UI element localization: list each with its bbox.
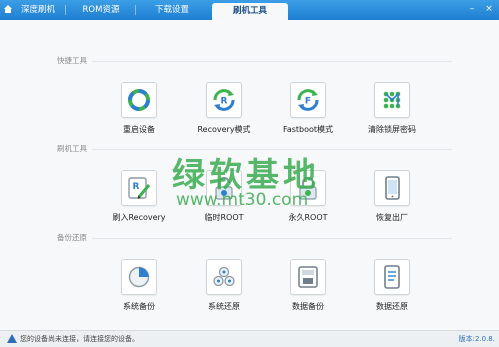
tool-icon-frame: R	[121, 170, 157, 206]
tool-icon-frame	[121, 259, 157, 295]
data-backup-button[interactable]: 数据备份	[273, 259, 343, 329]
factory-reset-icon	[385, 176, 400, 200]
tab-label: 深度刷机	[20, 5, 55, 15]
flash-recovery-icon: R	[128, 177, 151, 199]
tool-icon-frame: R	[206, 82, 242, 118]
section-title-flash-tools: 刷机工具	[57, 144, 87, 153]
close-button[interactable]: ×	[483, 3, 495, 15]
tool-label: 数据备份	[292, 302, 324, 311]
tool-label: 临时ROOT	[204, 213, 244, 222]
tool-label: 永久ROOT	[288, 213, 328, 222]
tab-flash-tools[interactable]: 刷机工具	[212, 3, 288, 20]
tool-icon-frame	[206, 259, 242, 295]
tool-label: 重启设备	[123, 125, 155, 134]
fastboot-mode-button[interactable]: F Fastboot模式	[273, 82, 343, 152]
tool-icon-frame	[374, 170, 410, 206]
svg-text:R: R	[133, 182, 140, 192]
clear-lock-password-icon	[383, 91, 401, 109]
tab-rom-resources[interactable]: ROM资源	[66, 0, 136, 20]
tool-icon-frame	[374, 82, 410, 118]
system-backup-button[interactable]: 系统备份	[104, 259, 174, 329]
restart-icon	[128, 89, 150, 111]
title-bar: 深度刷机 ROM资源 下载设置 刷机工具 – ×	[0, 0, 499, 20]
tool-label: 系统还原	[208, 302, 240, 311]
tab-deep-flash[interactable]: 深度刷机	[0, 0, 66, 20]
factory-reset-button[interactable]: 恢复出厂	[357, 170, 427, 240]
tool-icon-frame	[121, 82, 157, 118]
flash-recovery-button[interactable]: R 刷入Recovery	[104, 170, 174, 240]
watermark-text: 绿软基地	[172, 155, 320, 194]
svg-text:R: R	[221, 97, 228, 107]
tab-label: 下载设置	[154, 5, 189, 15]
tool-label: 恢复出厂	[376, 213, 408, 222]
section-divider	[92, 238, 452, 239]
connection-status-text: 您的设备尚未连接，请连接您的设备。	[20, 335, 139, 343]
tool-label: 刷入Recovery	[112, 213, 166, 222]
tool-label: Fastboot模式	[282, 125, 334, 134]
tool-label: Recovery模式	[197, 125, 251, 134]
clear-lock-password-button[interactable]: 清除锁屏密码	[357, 82, 427, 152]
tool-icon-frame	[374, 259, 410, 295]
tab-label: 刷机工具	[232, 6, 267, 16]
tool-label: 清除锁屏密码	[368, 125, 416, 134]
status-bar: 您的设备尚未连接，请连接您的设备。 版本:2.0.8.	[0, 330, 499, 347]
tab-label: ROM资源	[82, 5, 120, 15]
tool-label: 数据还原	[376, 302, 408, 311]
data-restore-icon	[384, 265, 400, 289]
tool-icon-frame	[290, 259, 326, 295]
recovery-mode-icon: R	[213, 89, 235, 111]
system-restore-icon	[213, 266, 235, 287]
restart-device-button[interactable]: 重启设备	[104, 82, 174, 152]
version-text: 版本:2.0.8.	[458, 335, 495, 343]
tool-icon-frame: F	[290, 82, 326, 118]
section-title-backup-restore: 备份还原	[57, 233, 87, 242]
warning-icon	[7, 334, 17, 343]
minimize-button[interactable]: –	[466, 3, 478, 15]
section-divider	[92, 61, 452, 62]
tool-label: 系统备份	[123, 302, 155, 311]
watermark-url: www.mt30.com	[176, 190, 309, 210]
tab-download-settings[interactable]: 下载设置	[136, 0, 208, 20]
recovery-mode-button[interactable]: R Recovery模式	[189, 82, 259, 152]
data-backup-icon	[298, 266, 318, 288]
system-restore-button[interactable]: 系统还原	[189, 259, 259, 329]
section-title-quick-tools: 快捷工具	[57, 56, 87, 65]
system-backup-icon	[128, 266, 150, 288]
data-restore-button[interactable]: 数据还原	[357, 259, 427, 329]
fastboot-mode-icon: F	[297, 89, 319, 111]
svg-text:F: F	[305, 97, 311, 107]
